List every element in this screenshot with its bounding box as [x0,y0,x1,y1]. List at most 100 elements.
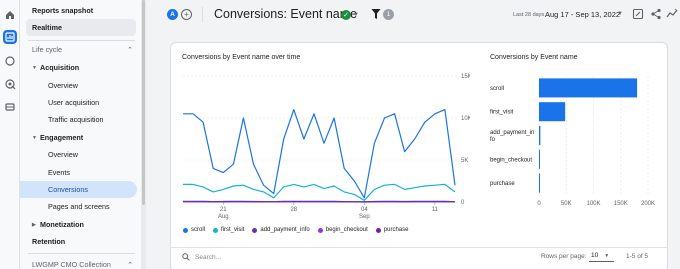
bar-begin-checkout [539,149,540,169]
legend-item-begin-checkout[interactable]: begin_checkout [317,227,368,233]
customize-report-icon[interactable] [632,8,644,20]
sidebar-item-acq-overview[interactable]: Overview [20,77,141,94]
sidebar-item-label: Retention [32,237,66,246]
icon-rail [0,0,20,269]
filter-icon[interactable] [371,8,381,20]
legend-dot [317,227,323,233]
sidebar-item-events[interactable]: Events [20,164,141,181]
legend-label: scroll [191,227,206,233]
bar-first-visit [539,102,566,122]
y-tick-label: 0 [461,200,465,206]
rows-per-page-value: 10 [591,252,599,259]
x-tick-month-label: Sep [359,214,370,220]
sidebar-item-pages-and-screens[interactable]: Pages and screens [20,198,141,215]
legend-item-scroll[interactable]: scroll [183,227,205,233]
explore-icon[interactable] [3,54,17,68]
sidebar-item-label: Conversions [48,185,88,194]
legend-label: first_visit [221,227,245,233]
category-label: add_payment_in [490,130,534,136]
sidebar-item-label: Monetization [40,220,84,229]
date-dropdown-caret-icon[interactable]: ▼ [617,11,623,17]
comparison-avatar[interactable]: A [167,9,178,20]
x-tick-label: 04 [361,207,368,213]
advertising-icon[interactable] [3,77,17,91]
sidebar-item-retention[interactable]: Retention [20,233,141,250]
y-tick-label: 5K [461,158,468,164]
bar-purchase [539,173,540,193]
x-tick-month-label: Aug [218,214,229,220]
x-tick-label: 150K [614,201,628,207]
bar-add-payment-info [539,125,541,146]
legend-item-first-visit[interactable]: first_visit [213,227,244,233]
line-chart[interactable]: 0 5K 10K 15K 21Aug 28 04Sep 11 [170,64,470,224]
sidebar-nav: Reports snapshot Realtime Life cycle ⌃ ▼ A… [20,0,141,269]
table-divider [170,247,668,248]
x-tick-label: 100K [586,201,600,207]
add-comparison-button[interactable]: + [181,9,192,20]
sidebar-item-traffic-acquisition[interactable]: Traffic acquisition [20,111,141,128]
sidebar-item-label: Realtime [32,23,62,32]
search-icon [182,253,190,261]
category-label: begin_checkout [490,157,532,163]
legend-dot [183,227,188,233]
sidebar-scrollbar-thumb[interactable] [142,0,145,205]
sidebar-item-eng-overview[interactable]: Overview [20,146,141,163]
x-tick-label: 0 [537,201,541,207]
home-icon[interactable] [3,8,17,22]
x-tick-label: 11 [432,207,439,213]
sidebar-section-label: LWGMP CMO Collection [32,260,111,269]
filter-count-badge[interactable]: 1 [383,9,394,20]
sidebar-item-conversions[interactable]: Conversions [20,181,137,198]
sidebar-section-collection[interactable]: LWGMP CMO Collection ⌃ [20,256,141,269]
share-icon[interactable] [650,8,662,20]
sidebar-item-acquisition[interactable]: ▼ Acquisition [20,59,141,76]
table-search[interactable]: Search... [182,253,221,261]
sidebar-section-lifecycle[interactable]: Life cycle ⌃ [20,41,141,58]
x-tick-label: 200K [641,201,655,207]
sidebar-item-label: Overview [48,81,78,90]
date-range-value[interactable]: Aug 17 - Sep 13, 2022 [545,10,620,19]
sidebar-item-user-acquisition[interactable]: User acquisition [20,94,141,111]
sidebar-item-realtime[interactable]: Realtime [26,19,136,36]
bar-chart[interactable]: 0 50K 100K 150K 200K scroll first_visit add_pay… [482,64,667,224]
status-dropdown[interactable]: ✓ ▼ [341,9,362,20]
triangle-down-icon: ▼ [32,134,37,141]
sidebar-item-label: Engagement [40,133,84,142]
sidebar-item-label: Overview [48,150,78,159]
legend-item-purchase[interactable]: purchase [375,227,409,233]
legend-dot [375,227,381,233]
series-line-scroll [183,108,456,199]
analytics-app: Reports snapshot Realtime Life cycle ⌃ ▼ A… [0,0,680,269]
configure-icon[interactable] [3,100,17,114]
sidebar-section-label: Life cycle [32,45,62,54]
chevron-up-icon: ⌃ [127,261,133,269]
insights-icon[interactable] [666,8,678,20]
sidebar-item-label: Traffic acquisition [48,115,104,124]
sidebar-divider [28,253,135,254]
sidebar-item-label: Reports snapshot [32,6,94,15]
search-input[interactable]: Search... [195,254,221,261]
x-tick-label: 50K [561,201,572,207]
sidebar-item-label: Acquisition [40,63,80,72]
date-range-label: Last 28 days [513,12,545,18]
category-label: first_visit [490,110,514,116]
pagination-info: 1-5 of 5 [626,253,649,260]
x-tick-label: 21 [220,207,227,213]
reports-icon[interactable] [3,30,17,44]
triangle-right-icon: ▶ [32,221,36,228]
bar-scroll [539,78,638,98]
legend-item-add-payment-info[interactable]: add_payment_info [252,227,310,233]
sidebar-item-monetization[interactable]: ▶ Monetization [20,216,141,233]
header-divider [202,7,203,22]
sidebar-item-reports-snapshot[interactable]: Reports snapshot [20,2,141,19]
caret-down-icon: ▼ [604,252,610,259]
check-circle-icon: ✓ [341,9,351,20]
sidebar-item-engagement[interactable]: ▼ Engagement [20,129,141,146]
legend-dot [213,227,219,233]
series-line-first-visit [183,183,456,201]
rows-per-page-select[interactable]: 10 ▼ [589,250,614,262]
series-line-add-payment-info [183,200,456,203]
rows-per-page-label: Rows per page: [541,253,587,260]
category-label: purchase [490,181,515,187]
legend-label: purchase [383,227,409,233]
